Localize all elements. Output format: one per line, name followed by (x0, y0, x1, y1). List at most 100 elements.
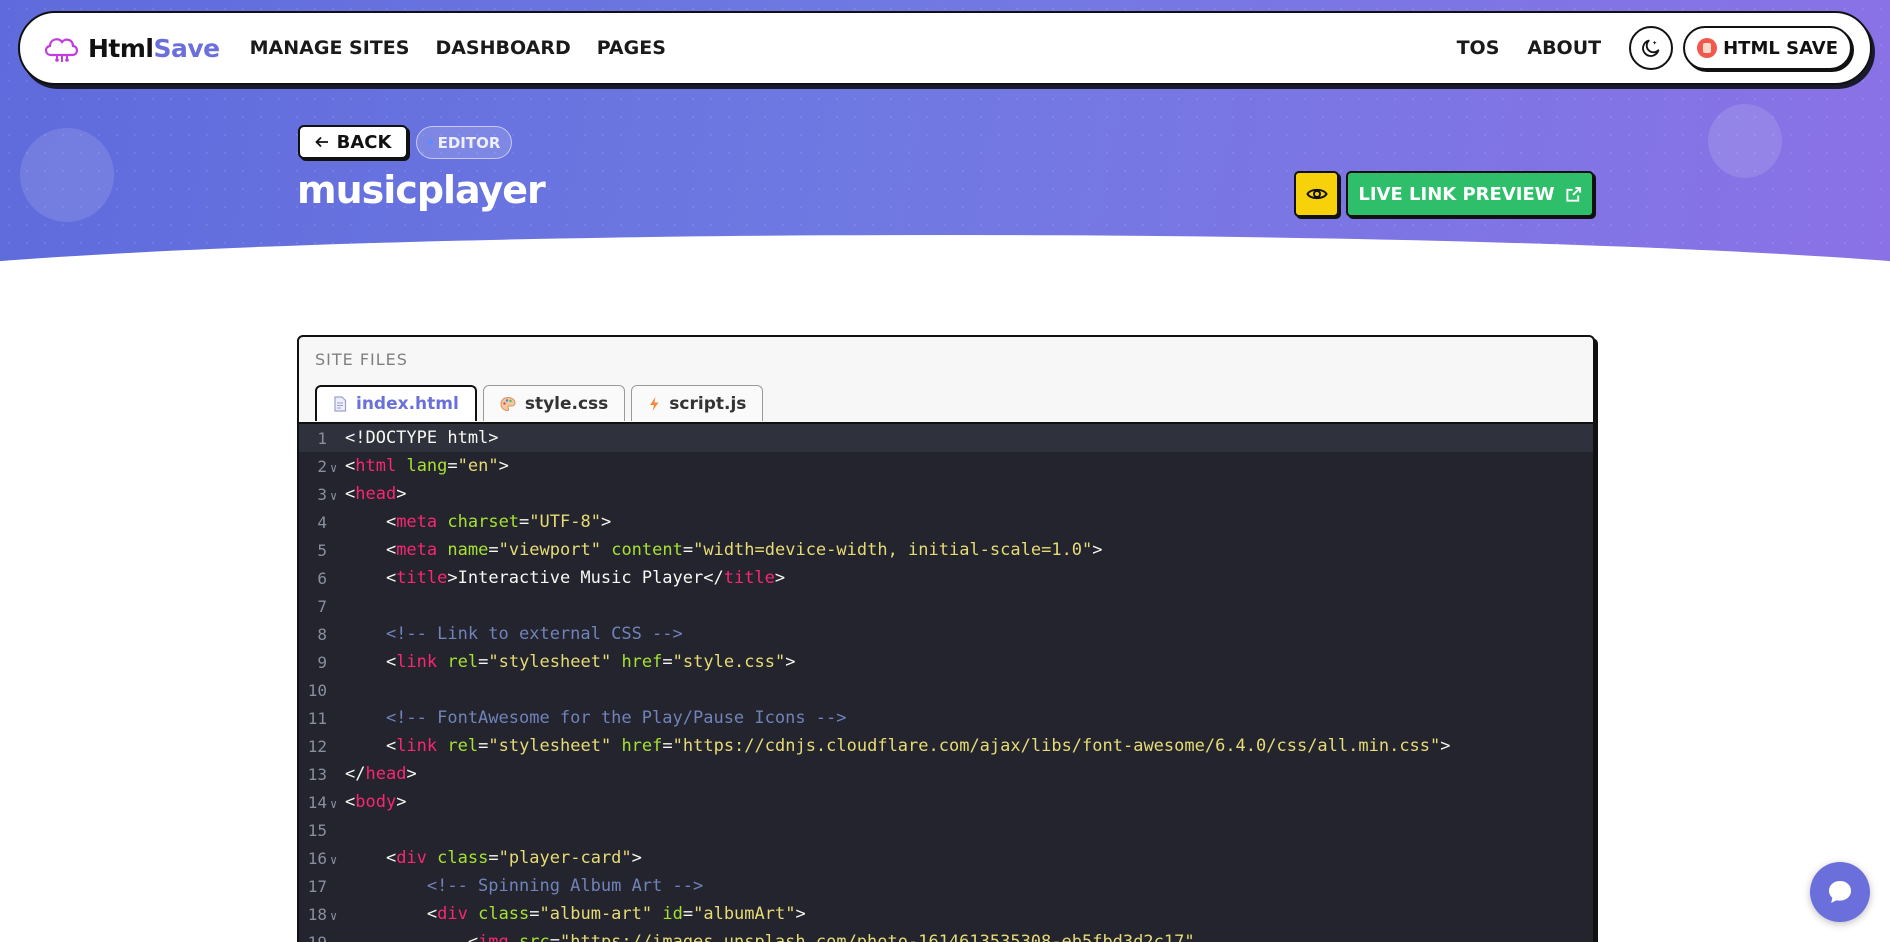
code-line[interactable]: 5 <meta name="viewport" content="width=d… (299, 536, 1593, 564)
code-line[interactable]: 19 <img src="https://images.unsplash.com… (299, 928, 1593, 942)
fold-chevron-icon[interactable]: ∨ (330, 909, 337, 923)
code-token: < (345, 568, 397, 588)
code-token: = (519, 512, 530, 532)
line-number: 12 (307, 736, 327, 756)
code-token: = (488, 848, 499, 868)
code-token: = (549, 932, 560, 942)
external-link-icon (1566, 186, 1581, 202)
badge-dot-icon (427, 140, 433, 145)
code-token: meta (396, 512, 438, 532)
code-token: = (662, 736, 673, 756)
line-number: 9 (317, 652, 327, 672)
fold-chevron-icon[interactable]: ∨ (330, 797, 337, 811)
code-line[interactable]: 7 (299, 592, 1593, 620)
code-token: link (396, 736, 438, 756)
code-token: < (345, 456, 356, 476)
arrow-left-icon (314, 136, 328, 148)
code-line[interactable]: 3 ∨ <head> (299, 480, 1593, 508)
code-token: "en" (457, 456, 499, 476)
nav-manage-sites[interactable]: MANAGE SITES (250, 37, 410, 59)
code-token: > (396, 484, 407, 504)
code-line[interactable]: 8 <!-- Link to external CSS --> (299, 620, 1593, 648)
preview-button[interactable] (1294, 171, 1339, 217)
code-line[interactable]: 10 (299, 676, 1593, 704)
code-line[interactable]: 16 ∨ <div class="player-card"> (299, 844, 1593, 872)
code-line[interactable]: 6 <title>Interactive Music Player</title… (299, 564, 1593, 592)
lightning-icon (650, 396, 659, 411)
code-token: "player-card" (498, 848, 632, 868)
code-token: class (437, 848, 489, 868)
code-token: title (723, 568, 775, 588)
code-token: href (621, 736, 663, 756)
back-button[interactable]: BACK (298, 125, 408, 159)
line-number: 15 (307, 820, 327, 840)
live-link-preview-button[interactable]: LIVE LINK PREVIEW (1346, 171, 1594, 217)
code-token: <!-- Spinning Album Art --> (345, 876, 704, 896)
code-line[interactable]: 17 <!-- Spinning Album Art --> (299, 872, 1593, 900)
decorative-bubble (20, 128, 114, 222)
brand-logo[interactable]: HtmlSave (42, 33, 220, 63)
line-number: 1 (317, 428, 327, 448)
code-token: <!DOCTYPE html> (345, 428, 499, 448)
code-token: name (447, 540, 489, 560)
code-token: "width=device-width, initial-scale=1.0" (693, 540, 1093, 560)
code-token: > (774, 568, 786, 588)
tab-script-js[interactable]: script.js (631, 385, 764, 421)
code-line[interactable]: 13 </head> (299, 760, 1593, 788)
code-line[interactable]: 4 <meta charset="UTF-8"> (299, 508, 1593, 536)
chat-button[interactable] (1810, 862, 1870, 922)
code-text: <meta name="viewport" content="width=dev… (335, 540, 1103, 560)
line-number: 4 (317, 512, 327, 532)
fold-chevron-icon[interactable]: ∨ (330, 461, 337, 475)
fold-chevron-icon[interactable]: ∨ (330, 853, 337, 867)
code-line[interactable]: 9 <link rel="stylesheet" href="style.css… (299, 648, 1593, 676)
theme-toggle-button[interactable] (1629, 26, 1674, 70)
code-token: "https://cdnjs.cloudflare.com/ajax/libs/… (672, 736, 1441, 756)
code-line[interactable]: 2 ∨ <html lang="en"> (299, 452, 1593, 480)
code-line[interactable]: 15 (299, 816, 1593, 844)
code-text: <meta charset="UTF-8"> (335, 512, 611, 532)
tab-index-html[interactable]: index.html (315, 385, 477, 421)
code-text: <div class="album-art" id="albumArt"> (335, 904, 806, 924)
site-files-panel: SITE FILES index.html style.css script.j… (297, 335, 1595, 942)
nav-links-left: MANAGE SITES DASHBOARD PAGES (250, 37, 666, 59)
nav-pages[interactable]: PAGES (597, 37, 666, 59)
code-token: < (345, 848, 397, 868)
code-token: > (498, 456, 509, 476)
code-token: body (355, 792, 397, 812)
tab-label: index.html (356, 394, 459, 414)
brand-name-part1: Html (88, 33, 154, 63)
nav-about[interactable]: ABOUT (1527, 37, 1601, 59)
decorative-bubble (1708, 104, 1782, 178)
code-text: <html lang="en"> (335, 456, 509, 476)
code-text: <title>Interactive Music Player</title> (335, 568, 785, 588)
nav-tos[interactable]: TOS (1457, 37, 1500, 59)
code-token: </ (345, 764, 366, 784)
moon-icon (1642, 39, 1660, 57)
code-token: id (662, 904, 683, 924)
eye-icon (1305, 188, 1328, 200)
account-button[interactable]: HTML SAVE (1683, 26, 1852, 70)
code-line[interactable]: 11 <!-- FontAwesome for the Play/Pause I… (299, 704, 1593, 732)
code-token: < (345, 540, 397, 560)
chat-bubble-icon (1829, 881, 1851, 903)
code-line[interactable]: 12 <link rel="stylesheet" href="https://… (299, 732, 1593, 760)
code-token: <!-- Link to external CSS --> (345, 624, 683, 644)
tab-style-css[interactable]: style.css (482, 385, 626, 421)
line-number: 10 (307, 680, 327, 700)
nav-dashboard[interactable]: DASHBOARD (435, 37, 570, 59)
code-line[interactable]: 1 <!DOCTYPE html> (299, 424, 1593, 452)
brand-name-part2: Save (153, 33, 221, 63)
code-text: <!-- Link to external CSS --> (335, 624, 683, 644)
fold-chevron-icon[interactable]: ∨ (330, 489, 337, 503)
file-icon (334, 396, 347, 412)
code-line[interactable]: 18 ∨ <div class="album-art" id="albumArt"… (299, 900, 1593, 928)
code-line[interactable]: 14 ∨ <body> (299, 788, 1593, 816)
code-editor[interactable]: 1 <!DOCTYPE html> 2 ∨ <html lang="en"> 3 ∨ <hea… (299, 422, 1593, 942)
